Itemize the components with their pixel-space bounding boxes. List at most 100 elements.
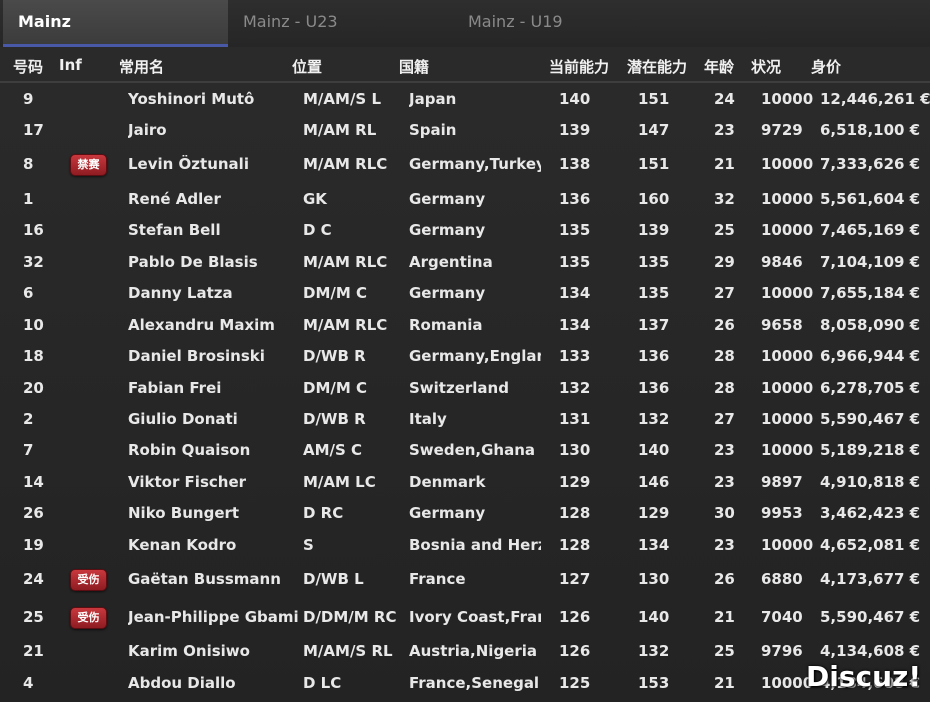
player-position: D/WB L [303, 570, 364, 588]
player-condition: 10000 [761, 536, 814, 554]
table-row[interactable]: 17 Jairo M/AM RL Spain 139 147 23 9729 6,518,100… [0, 119, 930, 143]
table-row[interactable]: 19 Kenan Kodro S Bosnia and Herzegovina 128 1… [0, 534, 930, 558]
player-condition: 9846 [761, 253, 803, 271]
player-current-ability: 131 [559, 410, 591, 428]
player-position: M/AM/S RL [303, 642, 393, 660]
player-nationality: Germany [409, 221, 486, 239]
table-row[interactable]: 16 Stefan Bell D C Germany 135 139 25 10000 7,46… [0, 219, 930, 243]
player-potential-ability: 132 [638, 410, 670, 428]
player-position: D/WB R [303, 410, 366, 428]
column-header-current-ability[interactable]: 当前能力 [549, 56, 609, 77]
player-nationality: Argentina [409, 253, 493, 271]
table-row[interactable]: 24 Gaëtan Bussmann D/WB L France 127 130 26 688… [0, 568, 930, 592]
player-position: D/DM/M RC [303, 608, 397, 626]
player-current-ability: 128 [559, 504, 591, 522]
player-number: 18 [23, 347, 44, 365]
watermark-logo: Discuz! [806, 660, 922, 693]
table-row[interactable]: 8 Levin Öztunali M/AM RLC Germany,Turkey 138… [0, 153, 930, 177]
player-position: AM/S C [303, 441, 363, 459]
player-name: Fabian Frei [128, 379, 222, 397]
table-row[interactable]: 26 Niko Bungert D RC Germany 128 129 30 9953 3,4… [0, 502, 930, 526]
player-value: 6,518,100 € [820, 121, 921, 139]
player-number: 6 [23, 284, 34, 302]
table-row[interactable]: 6 Danny Latza DM/M C Germany 134 135 27 10000 7,… [0, 282, 930, 306]
player-condition: 10000 [761, 90, 814, 108]
tab-mainz[interactable]: Mainz [3, 0, 228, 47]
table-row[interactable]: 2 Giulio Donati D/WB R Italy 131 132 27 10000 5,… [0, 408, 930, 432]
column-header-number[interactable]: 号码 [13, 56, 43, 77]
player-position: D C [303, 221, 332, 239]
player-potential-ability: 147 [638, 121, 670, 139]
table-row[interactable]: 32 Pablo De Blasis M/AM RLC Argentina 135 135… [0, 251, 930, 275]
player-nationality: Italy [409, 410, 447, 428]
table-row[interactable]: 10 Alexandru Maxim M/AM RLC Romania 134 137 26… [0, 314, 930, 338]
column-header-potential-ability[interactable]: 潜在能力 [627, 56, 687, 77]
player-condition: 9658 [761, 316, 803, 334]
column-header-name[interactable]: 常用名 [119, 56, 164, 77]
player-value: 4,173,677 € [820, 570, 921, 588]
column-header-position[interactable]: 位置 [292, 56, 322, 77]
player-value: 5,189,218 € [820, 441, 921, 459]
player-value: 8,058,090 € [820, 316, 921, 334]
player-age: 27 [714, 410, 735, 428]
player-age: 25 [714, 221, 735, 239]
tab-mainz-u23[interactable]: Mainz - U23 [243, 0, 338, 47]
player-value: 5,561,604 € [820, 190, 921, 208]
table-row[interactable]: 21 Karim Onisiwo M/AM/S RL Austria,Nigeria 1… [0, 640, 930, 664]
player-nationality: Germany [409, 504, 486, 522]
table-row[interactable]: 7 Robin Quaison AM/S C Sweden,Ghana 130 140 23… [0, 439, 930, 463]
player-age: 24 [714, 90, 735, 108]
table-row[interactable]: 14 Viktor Fischer M/AM LC Denmark 129 146 23 98… [0, 471, 930, 495]
column-header-value[interactable]: 身价 [811, 56, 841, 77]
player-number: 19 [23, 536, 44, 554]
player-condition: 10000 [761, 379, 814, 397]
player-potential-ability: 136 [638, 347, 670, 365]
table-row[interactable]: 1 René Adler GK Germany 136 160 32 10000 5,561,6… [0, 188, 930, 212]
player-nationality: Denmark [409, 473, 486, 491]
table-row[interactable]: 4 Abdou Diallo D LC France,Senegal 125 153 21 1… [0, 672, 930, 696]
player-potential-ability: 160 [638, 190, 670, 208]
column-header-condition[interactable]: 状况 [751, 56, 781, 77]
player-nationality: Germany [409, 190, 486, 208]
player-number: 17 [23, 121, 44, 139]
column-header-inf[interactable]: Inf [59, 56, 82, 74]
player-name: Robin Quaison [128, 441, 251, 459]
player-condition: 9729 [761, 121, 803, 139]
table-row[interactable]: 9 Yoshinori Mutô M/AM/S L Japan 140 151 24 1000… [0, 88, 930, 112]
table-row[interactable]: 20 Fabian Frei DM/M C Switzerland 132 136 28 10… [0, 377, 930, 401]
player-name: Daniel Brosinski [128, 347, 265, 365]
player-current-ability: 130 [559, 441, 591, 459]
player-potential-ability: 135 [638, 253, 670, 271]
tab-mainz-u19[interactable]: Mainz - U19 [468, 0, 563, 47]
player-name: Alexandru Maxim [128, 316, 275, 334]
player-name: Yoshinori Mutô [128, 90, 255, 108]
player-age: 32 [714, 190, 735, 208]
player-condition: 10000 [761, 410, 814, 428]
player-position: D RC [303, 504, 344, 522]
injured-badge[interactable]: 受伤 [70, 607, 107, 629]
player-name: Levin Öztunali [128, 155, 249, 173]
suspended-badge[interactable]: 禁赛 [70, 154, 107, 176]
player-number: 24 [23, 570, 44, 588]
player-value: 4,910,818 € [820, 473, 921, 491]
column-header-nationality[interactable]: 国籍 [399, 56, 429, 77]
player-value: 7,465,169 € [820, 221, 921, 239]
player-potential-ability: 140 [638, 441, 670, 459]
table-row[interactable]: 18 Daniel Brosinski D/WB R Germany,England 1… [0, 345, 930, 369]
player-age: 27 [714, 284, 735, 302]
player-nationality: Austria,Nigeria [409, 642, 538, 660]
player-number: 8 [23, 155, 34, 173]
player-position: M/AM RLC [303, 253, 388, 271]
player-potential-ability: 132 [638, 642, 670, 660]
player-current-ability: 139 [559, 121, 591, 139]
column-header-age[interactable]: 年龄 [704, 56, 734, 77]
player-name: Gaëtan Bussmann [128, 570, 281, 588]
player-potential-ability: 151 [638, 155, 670, 173]
player-age: 26 [714, 570, 735, 588]
table-row[interactable]: 25 Jean-Philippe Gbamin D/DM/M RC Ivory Coa… [0, 606, 930, 630]
player-age: 23 [714, 473, 735, 491]
injured-badge[interactable]: 受伤 [70, 569, 107, 591]
player-nationality: Germany,England [409, 347, 541, 365]
player-nationality: Bosnia and Herzegovina [409, 536, 541, 554]
player-position: DM/M C [303, 379, 368, 397]
